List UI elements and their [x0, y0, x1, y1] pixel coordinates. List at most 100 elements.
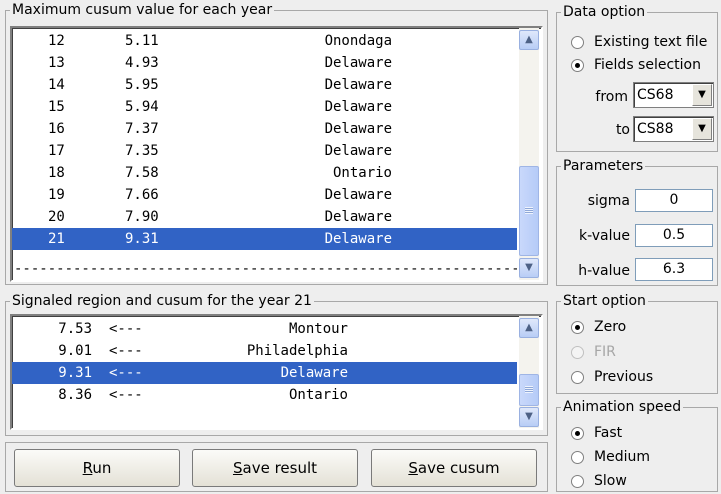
value-cell: 9.31 — [125, 231, 159, 247]
year-cell: 21 — [48, 231, 65, 247]
fields-selection-radio[interactable] — [571, 59, 584, 72]
year-cell: 14 — [48, 77, 65, 93]
table-row[interactable]: 12 5.11 Onondaga — [12, 30, 517, 52]
max-cusum-scrollbar[interactable]: ▲ ▼ — [519, 28, 539, 280]
value-cell: 7.90 — [125, 209, 159, 225]
max-cusum-list[interactable]: 12 5.11 Onondaga 13 4.93 Delaware 14 5.95 Delawa… — [10, 26, 543, 282]
sigma-input[interactable]: 0 — [635, 189, 713, 212]
region-cell: Delaware — [324, 231, 392, 247]
h-value-input[interactable]: 6.3 — [635, 258, 713, 281]
table-row[interactable]: 13 4.93 Delaware — [12, 52, 517, 74]
cusum-value-cell: 9.31 — [58, 365, 92, 381]
zero-radio[interactable] — [571, 321, 584, 334]
list-item[interactable]: 8.36 <--- Ontario — [12, 384, 517, 406]
list-item[interactable]: 7.53 <--- Montour — [12, 318, 517, 340]
region-cell: Delaware — [324, 143, 392, 159]
chevron-up-icon: ▲ — [525, 322, 533, 333]
medium-radio[interactable] — [571, 451, 584, 464]
region-cell: Delaware — [324, 209, 392, 225]
arrow-cell: <--- — [109, 365, 143, 381]
save-result-button[interactable]: Save result — [192, 449, 358, 487]
value-cell: 5.94 — [125, 99, 159, 115]
year-cell: 19 — [48, 187, 65, 203]
region-cell: Delaware — [324, 99, 392, 115]
cusum-value-cell: 8.36 — [58, 387, 92, 403]
chevron-down-icon: ▼ — [525, 262, 533, 273]
year-cell: 18 — [48, 165, 65, 181]
scroll-up-button[interactable]: ▲ — [519, 30, 539, 50]
list-item[interactable]: 9.01 <--- Philadelphia — [12, 340, 517, 362]
scroll-down-button[interactable]: ▼ — [519, 258, 539, 278]
region-cell: Onondaga — [324, 33, 392, 49]
value-cell: 5.11 — [125, 33, 159, 49]
separator-row: ----------------------------------------… — [14, 261, 517, 277]
value-cell: 7.35 — [125, 143, 159, 159]
scroll-thumb[interactable] — [519, 166, 539, 256]
existing-file-label: Existing text file — [594, 34, 708, 50]
fast-radio[interactable] — [571, 427, 584, 440]
fir-radio — [571, 346, 584, 359]
year-cell: 15 — [48, 99, 65, 115]
table-row[interactable]: 14 5.95 Delaware — [12, 74, 517, 96]
fast-label: Fast — [594, 425, 623, 441]
chevron-down-icon: ▼ — [525, 411, 533, 422]
table-row[interactable]: 15 5.94 Delaware — [12, 96, 517, 118]
triangle-down-icon[interactable]: ▼ — [692, 118, 712, 140]
scroll-thumb[interactable] — [519, 374, 539, 406]
year-cell: 16 — [48, 121, 65, 137]
region-cell: Delaware — [280, 365, 348, 381]
year-cell: 13 — [48, 55, 65, 71]
slow-radio[interactable] — [571, 475, 584, 488]
parameters-title: Parameters — [561, 157, 646, 175]
table-row[interactable]: 20 7.90 Delaware — [12, 206, 517, 228]
table-row[interactable]: 21 9.31 Delaware — [12, 228, 517, 250]
to-label: to — [615, 122, 630, 138]
table-row[interactable]: 19 7.66 Delaware — [12, 184, 517, 206]
previous-label: Previous — [594, 369, 654, 385]
to-select[interactable]: CS88 ▼ — [633, 116, 714, 142]
value-cell: 7.58 — [125, 165, 159, 181]
k-value-label: k-value — [578, 228, 630, 244]
previous-radio[interactable] — [571, 371, 584, 384]
value-cell: 5.95 — [125, 77, 159, 93]
value-cell: 7.66 — [125, 187, 159, 203]
from-select[interactable]: CS68 ▼ — [633, 82, 714, 108]
max-cusum-title: Maximum cusum value for each year — [10, 1, 275, 19]
signaled-title: Signaled region and cusum for the year 2… — [10, 292, 314, 310]
scroll-up-button[interactable]: ▲ — [519, 318, 539, 338]
region-cell: Delaware — [324, 121, 392, 137]
table-row[interactable]: 17 7.35 Delaware — [12, 140, 517, 162]
animation-speed-title: Animation speed — [561, 398, 684, 416]
scroll-down-button[interactable]: ▼ — [519, 407, 539, 427]
region-cell: Delaware — [324, 187, 392, 203]
data-option-title: Data option — [561, 3, 648, 21]
region-cell: Delaware — [324, 55, 392, 71]
signaled-list[interactable]: 7.53 <--- Montour 9.01 <--- Philadelphia 9.31 <… — [10, 314, 543, 430]
save-cusum-button[interactable]: Save cusum — [371, 449, 537, 487]
year-cell: 17 — [48, 143, 65, 159]
list-item[interactable]: 9.31 <--- Delaware — [12, 362, 517, 384]
from-label: from — [595, 89, 628, 105]
arrow-cell: <--- — [109, 387, 143, 403]
region-cell: Delaware — [324, 77, 392, 93]
value-cell: 4.93 — [125, 55, 159, 71]
value-cell: 7.37 — [125, 121, 159, 137]
run-button[interactable]: Run — [14, 449, 180, 487]
sigma-label: sigma — [587, 193, 630, 209]
triangle-down-icon[interactable]: ▼ — [692, 84, 712, 106]
fir-label: FIR — [594, 344, 616, 360]
k-value-input[interactable]: 0.5 — [635, 224, 713, 247]
existing-file-radio[interactable] — [571, 36, 584, 49]
region-cell: Ontario — [332, 165, 392, 181]
chevron-up-icon: ▲ — [525, 34, 533, 45]
zero-label: Zero — [594, 319, 627, 335]
table-row[interactable]: 18 7.58 Ontario — [12, 162, 517, 184]
cusum-value-cell: 9.01 — [58, 343, 92, 359]
signaled-scrollbar[interactable]: ▲ ▼ — [519, 316, 539, 428]
table-row[interactable]: 16 7.37 Delaware — [12, 118, 517, 140]
fields-selection-label: Fields selection — [594, 57, 701, 73]
year-cell: 20 — [48, 209, 65, 225]
year-cell: 12 — [48, 33, 65, 49]
start-option-title: Start option — [561, 292, 648, 310]
region-cell: Ontario — [288, 387, 348, 403]
